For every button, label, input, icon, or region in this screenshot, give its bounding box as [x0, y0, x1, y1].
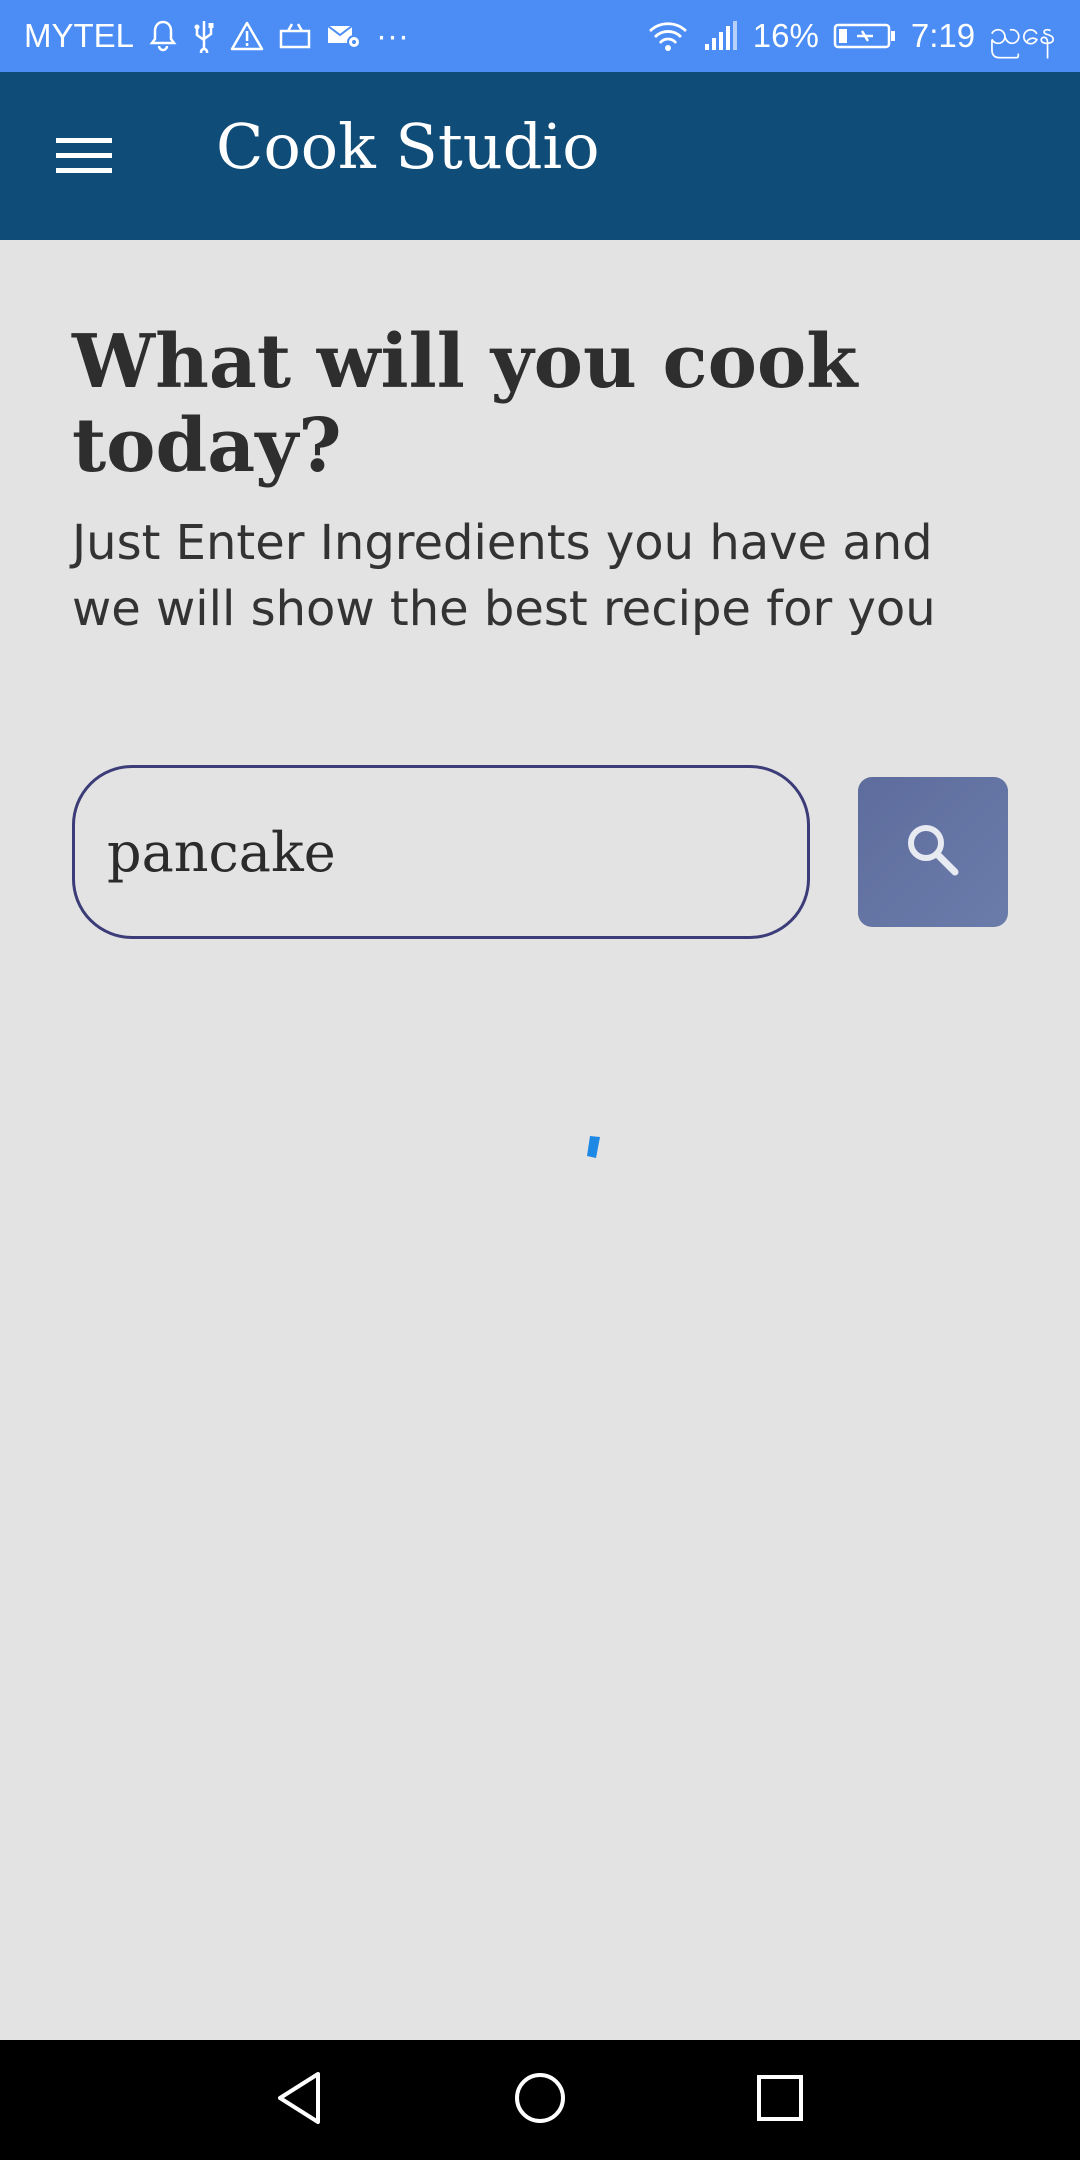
page-subtext: Just Enter Ingredients you have and we w…	[72, 515, 936, 637]
ingredient-search-input[interactable]	[72, 765, 810, 939]
clock-period: ညနေ	[989, 13, 1056, 51]
warning-icon	[230, 20, 264, 52]
more-notifications-indicator: ···	[376, 17, 409, 54]
battery-charging-icon	[833, 21, 897, 51]
back-icon	[272, 2070, 328, 2130]
mail-settings-icon	[326, 21, 362, 51]
status-bar: MYTEL ··· 16% 7:19 ညနေ	[0, 0, 1080, 72]
home-button[interactable]	[500, 2060, 580, 2140]
bell-icon	[148, 19, 178, 53]
app-bar: Cook Studio	[0, 72, 1080, 240]
screen: MYTEL ··· 16% 7:19 ညနေ Cook Studio What …	[0, 0, 1080, 2160]
status-left: MYTEL ···	[24, 17, 409, 55]
search-icon	[901, 818, 965, 886]
loading-spinner	[584, 1134, 602, 1160]
hamburger-menu-icon	[56, 136, 112, 180]
carrier-name: MYTEL	[24, 17, 135, 54]
app-title: Cook Studio	[216, 110, 600, 183]
clock-time: 7:19	[910, 17, 976, 54]
home-icon	[512, 2070, 568, 2130]
status-right: 16% 7:19 ညနေ	[647, 12, 1056, 61]
menu-button[interactable]	[44, 118, 124, 198]
recents-icon	[752, 2070, 808, 2130]
recents-button[interactable]	[740, 2060, 820, 2140]
system-navigation-bar	[0, 2040, 1080, 2160]
back-button[interactable]	[260, 2060, 340, 2140]
search-button[interactable]	[858, 777, 1008, 927]
signal-icon	[703, 20, 739, 52]
wifi-icon	[647, 19, 689, 53]
battery-percent: 16%	[752, 17, 819, 54]
cast-icon	[278, 21, 312, 51]
page-headline: What will you cook today?	[72, 319, 858, 489]
usb-icon	[192, 19, 216, 53]
